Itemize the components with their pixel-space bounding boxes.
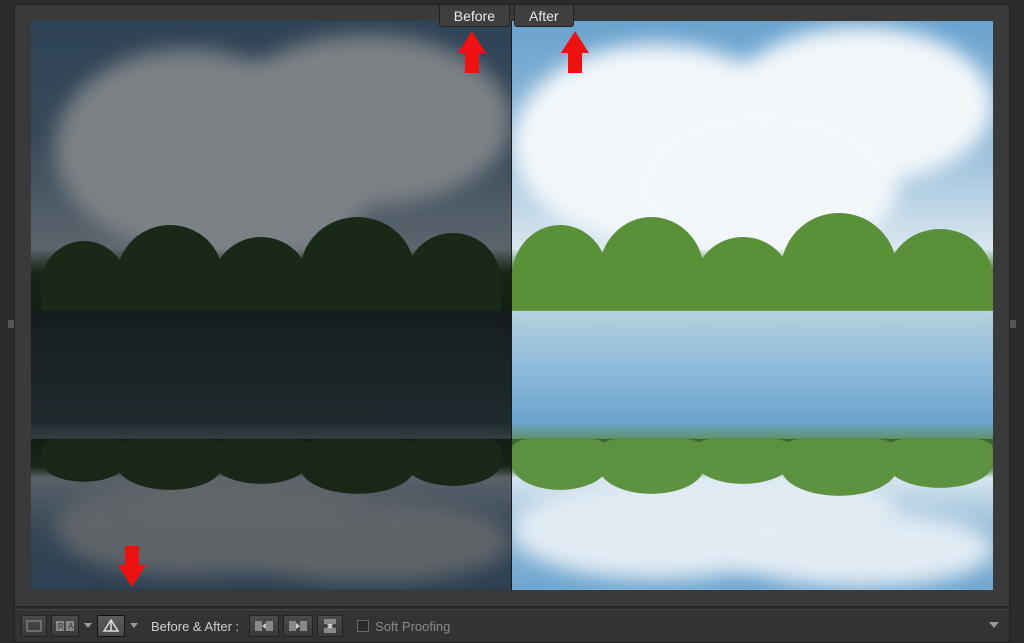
right-panel-handle[interactable]	[1010, 320, 1016, 328]
before-label-text: Before	[454, 8, 495, 24]
checkbox-icon	[357, 620, 369, 632]
chevron-down-icon	[84, 623, 92, 629]
after-image	[512, 21, 993, 590]
image-compare-viewport: Before After	[14, 4, 1010, 607]
annotation-arrow-before	[458, 31, 486, 53]
swap-before-after-button[interactable]	[249, 615, 279, 637]
before-label-tab: Before	[439, 5, 510, 27]
chevron-down-icon	[130, 623, 138, 629]
before-after-label: Before & After :	[143, 619, 245, 634]
copy-before-to-after-button[interactable]	[283, 615, 313, 637]
grid-compare-icon: R A	[56, 620, 74, 632]
after-label-text: After	[529, 8, 559, 24]
toolbar-expand-button[interactable]	[985, 622, 1003, 630]
copy-left-right-icon	[288, 619, 308, 633]
soft-proofing-label: Soft Proofing	[375, 619, 450, 634]
svg-text:R: R	[58, 622, 64, 631]
copy-after-to-before-button[interactable]	[317, 615, 343, 637]
before-after-view-dropdown[interactable]	[129, 615, 139, 637]
before-image	[31, 21, 512, 590]
soft-proofing-checkbox[interactable]: Soft Proofing	[357, 619, 450, 634]
grid-compare-dropdown[interactable]	[83, 615, 93, 637]
loupe-view-icon	[26, 620, 42, 632]
swap-left-right-icon	[254, 619, 274, 633]
annotation-arrow-toolbar	[118, 565, 146, 587]
before-after-view-button[interactable]	[97, 615, 125, 637]
image-pair	[31, 21, 993, 590]
develop-module-frame: Before After R A	[0, 0, 1024, 643]
before-after-split-icon	[102, 619, 120, 633]
svg-text:A: A	[68, 622, 74, 631]
chevron-down-icon	[989, 622, 999, 630]
grid-compare-button[interactable]: R A	[51, 615, 79, 637]
annotation-arrow-after	[561, 31, 589, 53]
develop-toolbar: R A Before & After :	[14, 609, 1010, 643]
loupe-view-button[interactable]	[21, 615, 47, 637]
swap-top-bottom-icon	[322, 618, 338, 634]
after-label-tab: After	[514, 5, 574, 27]
